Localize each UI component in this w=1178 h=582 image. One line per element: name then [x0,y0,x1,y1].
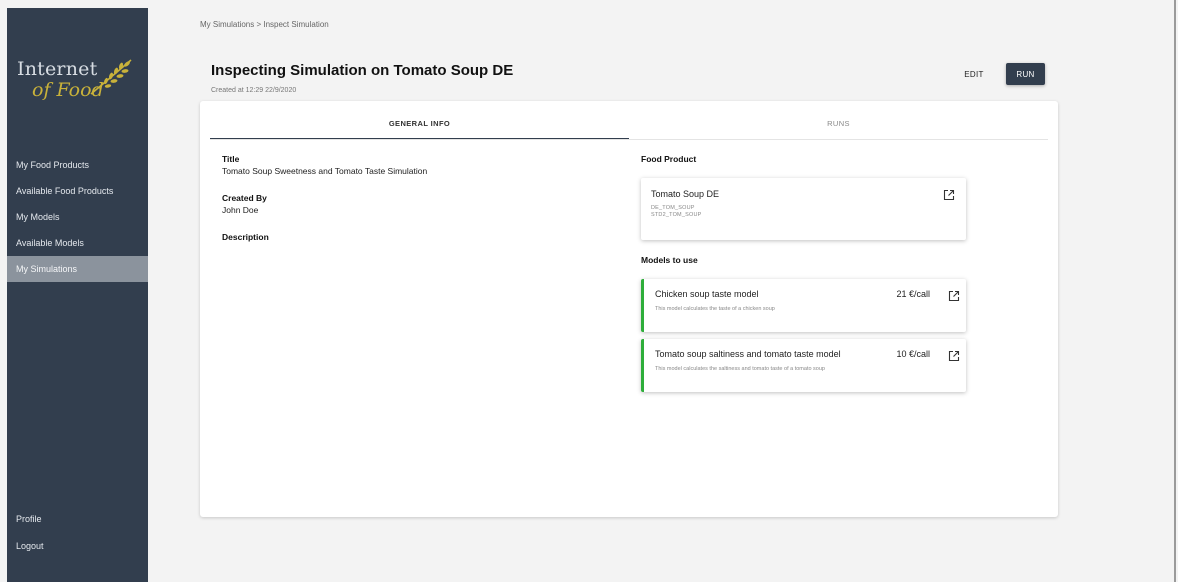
scrollbar[interactable] [1174,0,1176,582]
model-description: This model calculates the saltiness and … [655,366,825,372]
created-at-text: Created at 12:29 22/9/2020 [211,87,297,94]
simulation-card: GENERAL INFO RUNS Title Tomato Soup Swee… [200,101,1058,517]
model-name: Chicken soup taste model [655,289,759,299]
food-product-code: DE_TOM_SOUP [651,205,695,211]
tab-general-info[interactable]: GENERAL INFO [210,114,629,139]
model-card[interactable]: Tomato soup saltiness and tomato taste m… [641,339,966,392]
breadcrumb[interactable]: My Simulations > Inspect Simulation [200,20,329,29]
sidebar-item-my-food-products[interactable]: My Food Products [7,152,148,178]
description-label: Description [222,232,269,242]
food-product-code: STD2_TOM_SOUP [651,212,702,218]
created-by-label: Created By [222,193,267,203]
sidebar-item-available-models[interactable]: Available Models [7,230,148,256]
sidebar-item-my-simulations[interactable]: My Simulations [7,256,148,282]
page-title: Inspecting Simulation on Tomato Soup DE [211,62,514,79]
wheat-logo-icon [90,59,132,95]
model-name: Tomato soup saltiness and tomato taste m… [655,349,841,359]
sidebar: Internet of Food My Food Products Availa… [7,8,148,582]
edit-button[interactable]: EDIT [957,63,991,85]
model-price: 10 €/call [896,349,930,359]
sidebar-bottom-nav: Profile Logout [7,506,148,560]
external-link-icon[interactable] [948,290,960,302]
models-section-title: Models to use [641,255,698,265]
created-by-value: John Doe [222,205,259,215]
logo-text-line1: Internet [17,58,98,80]
food-product-section-title: Food Product [641,154,697,164]
tab-bar: GENERAL INFO RUNS [210,114,1048,140]
app-logo[interactable]: Internet of Food [17,58,142,108]
external-link-icon[interactable] [943,189,955,201]
food-product-name: Tomato Soup DE [651,189,720,199]
sidebar-nav: My Food Products Available Food Products… [7,152,148,282]
model-price: 21 €/call [896,289,930,299]
model-description: This model calculates the taste of a chi… [655,306,775,312]
sidebar-item-my-models[interactable]: My Models [7,204,148,230]
sidebar-item-available-food-products[interactable]: Available Food Products [7,178,148,204]
sidebar-item-profile[interactable]: Profile [7,506,148,533]
title-label: Title [222,154,240,164]
external-link-icon[interactable] [948,350,960,362]
food-product-card[interactable]: Tomato Soup DE DE_TOM_SOUP STD2_TOM_SOUP [641,178,966,240]
tab-runs[interactable]: RUNS [629,114,1048,138]
model-card[interactable]: Chicken soup taste model This model calc… [641,279,966,332]
run-button[interactable]: RUN [1006,63,1045,85]
sidebar-item-logout[interactable]: Logout [7,533,148,560]
title-value: Tomato Soup Sweetness and Tomato Taste S… [222,166,428,176]
